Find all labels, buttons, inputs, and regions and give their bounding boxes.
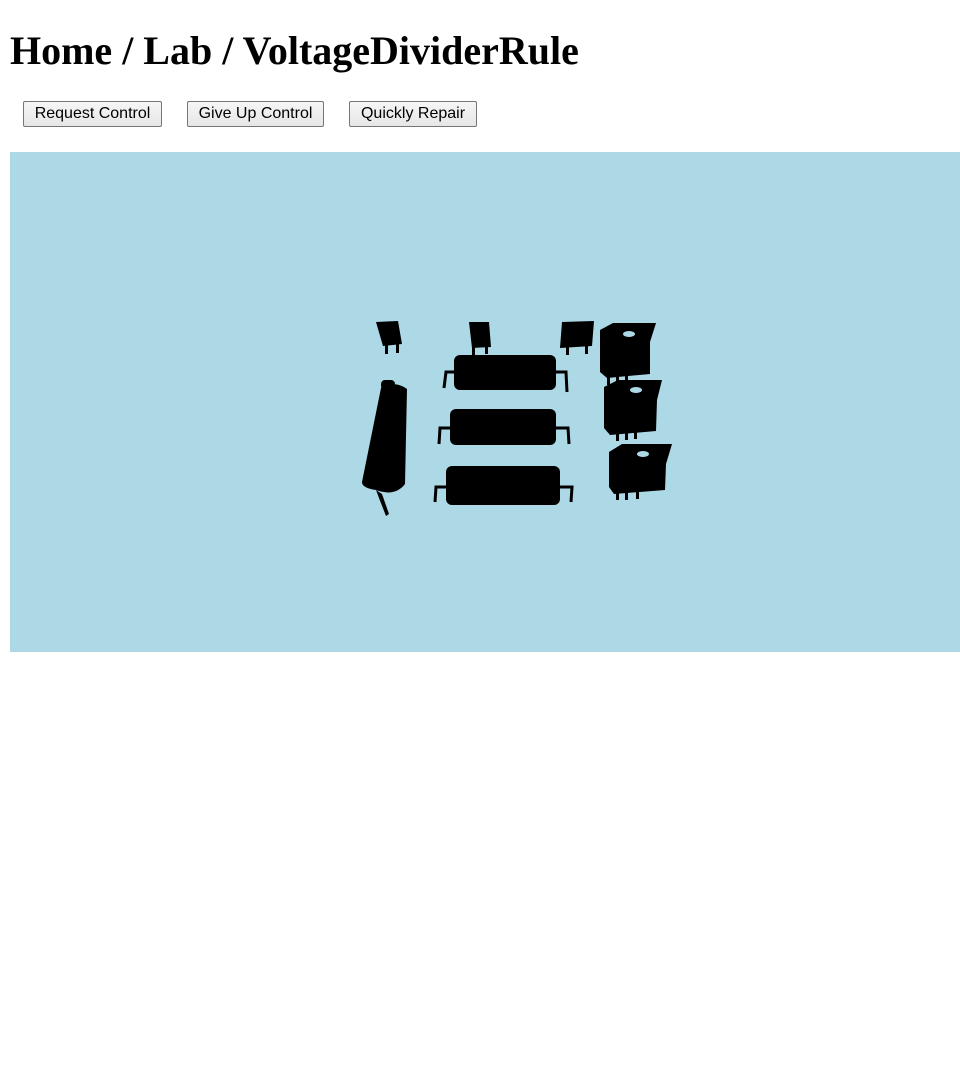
resistor-icon[interactable] bbox=[442, 355, 569, 393]
workbench-background bbox=[10, 152, 960, 652]
breadcrumb: Home / Lab / VoltageDividerRule bbox=[10, 28, 579, 73]
request-control-button[interactable]: Request Control bbox=[23, 101, 162, 127]
give-up-control-button[interactable]: Give Up Control bbox=[187, 101, 324, 127]
resistor-icon[interactable] bbox=[433, 466, 574, 505]
quickly-repair-button[interactable]: Quickly Repair bbox=[349, 101, 477, 127]
lab-workbench-canvas[interactable] bbox=[10, 152, 960, 652]
lab-page: Home / Lab / VoltageDividerRule Request … bbox=[0, 0, 960, 1080]
resistor-icon[interactable] bbox=[437, 409, 571, 445]
